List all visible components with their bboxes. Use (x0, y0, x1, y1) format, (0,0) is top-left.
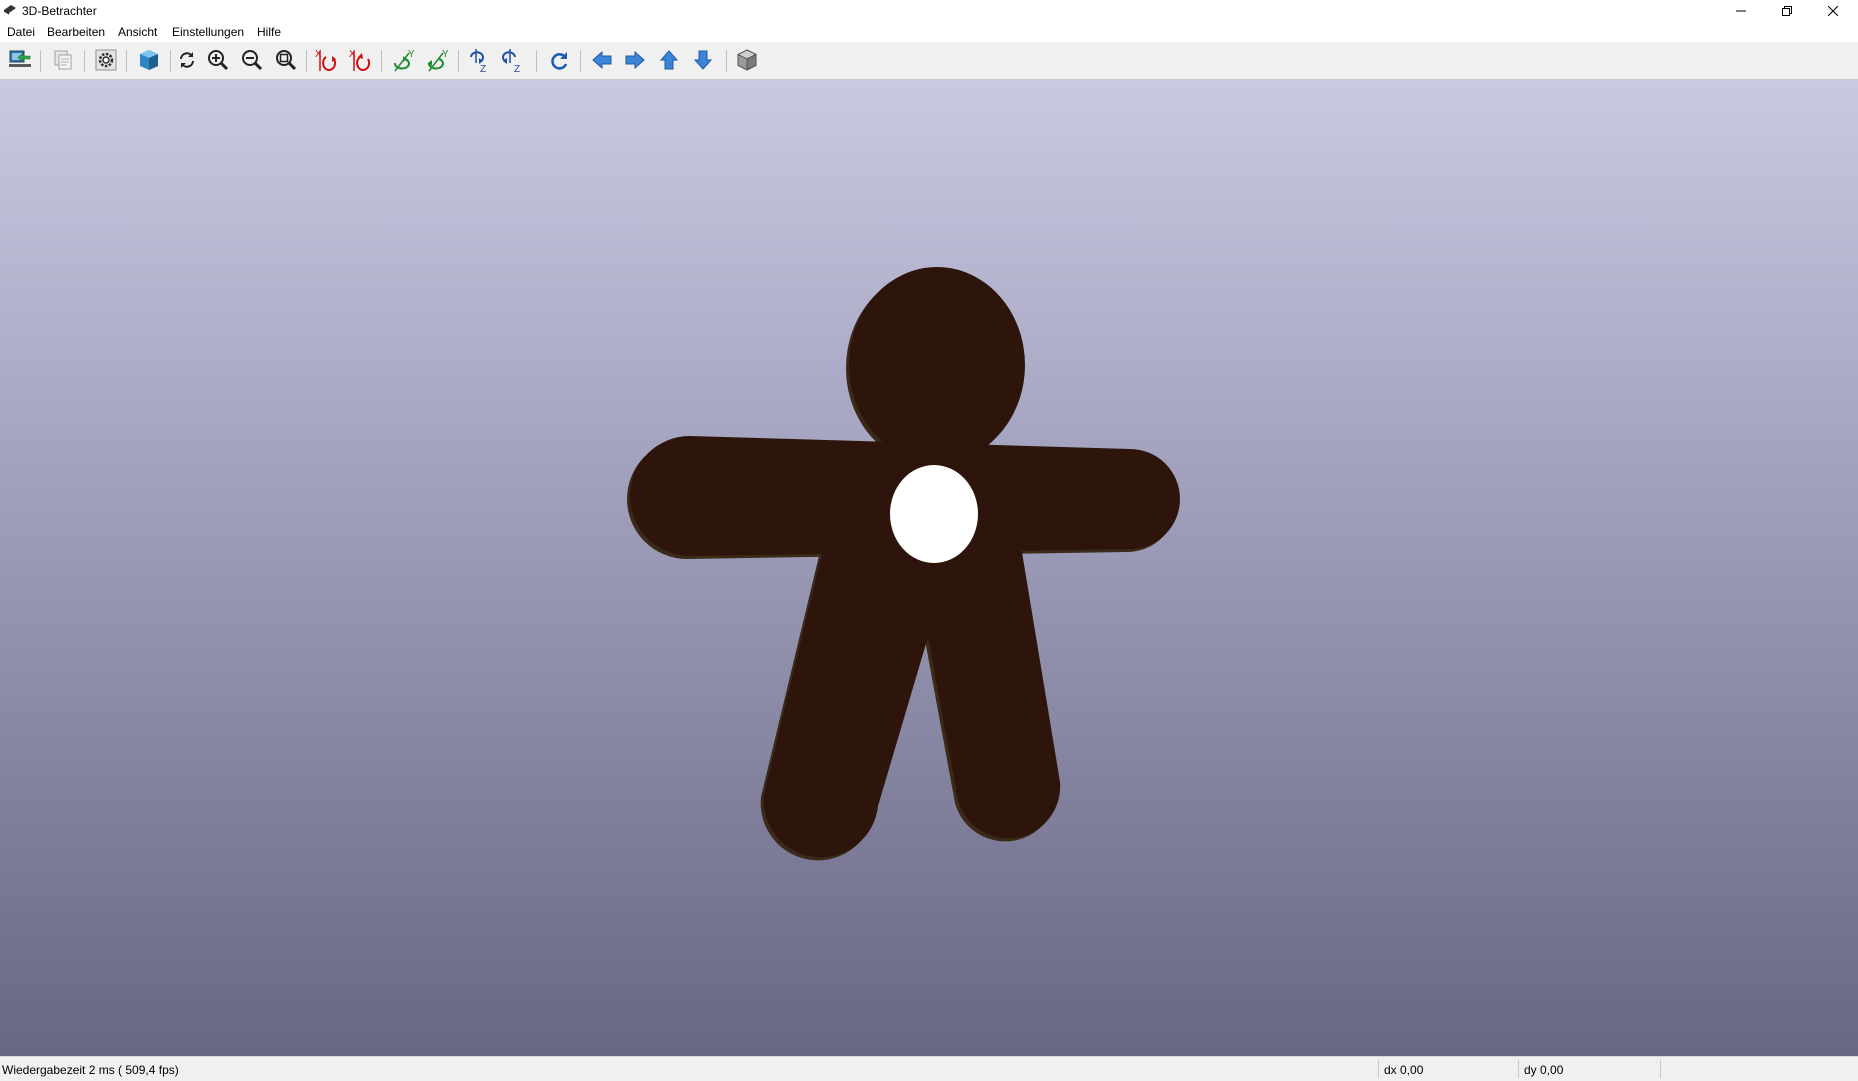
ortho-cube-button[interactable] (733, 46, 761, 74)
3d-model-canvas (627, 267, 1180, 861)
ortho-cube-icon (736, 49, 758, 71)
rotate-z-cw-button[interactable]: Z (466, 46, 494, 74)
rotate-z-ccw-icon: Z (502, 49, 520, 73)
minimize-icon (1736, 10, 1746, 12)
arrow-down-button[interactable] (689, 46, 717, 74)
settings-button[interactable] (92, 46, 120, 74)
svg-text:X: X (315, 49, 322, 60)
menu-hilfe[interactable]: Hilfe (257, 25, 281, 39)
copy-button[interactable] (49, 46, 77, 74)
close-button[interactable] (1810, 0, 1856, 22)
window-title: 3D-Betrachter (22, 4, 97, 18)
zoom-out-button[interactable] (238, 46, 266, 74)
model-body (630, 267, 1180, 858)
status-bar: Wiedergabezeit 2 ms ( 509,4 fps) dx 0,00… (0, 1056, 1858, 1081)
toolbar-separator (458, 50, 459, 72)
redo-button[interactable] (546, 46, 574, 74)
toolbar: X X Y Y Z Z (0, 42, 1858, 80)
rotate-y-ccw-button[interactable]: Y (424, 46, 452, 74)
svg-text:Z: Z (480, 64, 486, 73)
app-icon (4, 5, 16, 15)
dx-status: dx 0,00 (1384, 1063, 1424, 1077)
toolbar-separator (536, 50, 537, 72)
rotate-z-ccw-button[interactable]: Z (500, 46, 528, 74)
toolbar-separator (726, 50, 727, 72)
restore-icon (1782, 6, 1792, 16)
zoom-in-icon (208, 50, 229, 71)
svg-text:X: X (349, 49, 356, 60)
rotate-y-ccw-icon: Y (428, 49, 449, 72)
toolbar-separator (381, 50, 382, 72)
rotate-y-cw-button[interactable]: Y (390, 46, 418, 74)
svg-text:Y: Y (442, 49, 449, 60)
arrow-up-icon (659, 50, 679, 70)
toolbar-separator (126, 50, 127, 72)
dy-status: dy 0,00 (1524, 1063, 1564, 1077)
reload-icon (180, 52, 194, 68)
toolbar-separator (84, 50, 85, 72)
settings-gear-icon (95, 49, 117, 71)
model-hole (890, 465, 978, 563)
rotate-y-cw-icon: Y (394, 49, 415, 72)
rotate-x-cw-icon: X (315, 49, 337, 71)
export-button[interactable] (6, 46, 34, 74)
rotate-x-ccw-icon: X (349, 49, 371, 71)
rotate-x-cw-button[interactable]: X (313, 46, 341, 74)
svg-text:Z: Z (514, 64, 520, 73)
arrow-right-button[interactable] (621, 46, 649, 74)
rotate-x-ccw-button[interactable]: X (347, 46, 375, 74)
3d-box-icon (140, 50, 158, 70)
zoom-fit-button[interactable] (272, 46, 300, 74)
svg-text:Y: Y (408, 49, 415, 60)
arrow-right-icon (625, 50, 645, 70)
redo-icon (551, 52, 568, 70)
toolbar-separator (40, 50, 41, 72)
reload-button[interactable] (173, 46, 201, 74)
menu-bar: Datei Bearbeiten Ansicht Einstellungen H… (0, 22, 1858, 42)
export-icon (9, 50, 31, 67)
menu-bearbeiten[interactable]: Bearbeiten (47, 25, 105, 39)
status-divider (1660, 1060, 1661, 1078)
toolbar-separator (306, 50, 307, 72)
zoom-in-button[interactable] (204, 46, 232, 74)
status-divider (1518, 1060, 1519, 1078)
zoom-fit-icon (276, 50, 297, 71)
menu-einstellungen[interactable]: Einstellungen (172, 25, 244, 39)
rotate-z-cw-icon: Z (470, 49, 486, 73)
restore-button[interactable] (1764, 0, 1810, 22)
zoom-out-icon (242, 50, 263, 71)
close-icon (1828, 6, 1838, 16)
arrow-up-button[interactable] (655, 46, 683, 74)
toolbar-separator (170, 50, 171, 72)
arrow-left-button[interactable] (588, 46, 616, 74)
minimize-button[interactable] (1718, 0, 1764, 22)
toolbar-separator (580, 50, 581, 72)
gingerbread-model (627, 267, 1180, 861)
arrow-left-icon (592, 50, 612, 70)
status-divider (1378, 1060, 1379, 1078)
3d-viewport[interactable] (0, 80, 1858, 1056)
title-bar: 3D-Betrachter (0, 0, 1858, 22)
menu-datei[interactable]: Datei (7, 25, 35, 39)
copy-icon (54, 50, 72, 70)
view-3d-button[interactable] (135, 46, 163, 74)
render-time-status: Wiedergabezeit 2 ms ( 509,4 fps) (2, 1063, 179, 1077)
arrow-down-icon (693, 50, 713, 70)
menu-ansicht[interactable]: Ansicht (118, 25, 157, 39)
